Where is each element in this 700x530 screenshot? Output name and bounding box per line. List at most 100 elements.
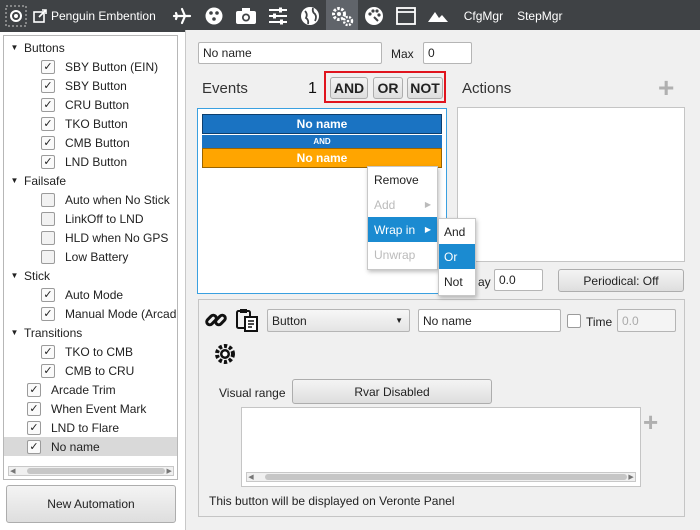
dots-circle-icon[interactable] [198, 0, 230, 32]
checkbox-unchecked[interactable] [41, 230, 55, 245]
tree-item-label: LinkOff to LND [65, 211, 144, 226]
gears-icon[interactable] [325, 0, 358, 32]
tree-item-label: HLD when No GPS [65, 230, 169, 245]
checkbox-checked[interactable]: ✓ [41, 59, 55, 74]
tree-item[interactable]: ✓ CMB to CRU [4, 361, 177, 380]
checkbox-checked[interactable]: ✓ [27, 401, 41, 416]
submenu-item-and[interactable]: And [439, 219, 475, 244]
tree-group-label: Stick [24, 268, 51, 283]
checkbox-checked[interactable]: ✓ [27, 439, 41, 454]
or-button[interactable]: OR [373, 77, 403, 99]
expand-arrow-icon[interactable]: ▼ [10, 43, 19, 52]
event-name-input[interactable]: No name [418, 309, 561, 332]
checkbox-checked[interactable]: ✓ [41, 363, 55, 378]
not-button[interactable]: NOT [407, 77, 443, 99]
checkbox-checked[interactable]: ✓ [41, 306, 55, 321]
tree-item[interactable]: ✓ LND to Flare [4, 418, 177, 437]
checkbox-checked[interactable]: ✓ [41, 135, 55, 150]
tree-item[interactable]: ✓ Auto Mode [4, 285, 177, 304]
time-checkbox[interactable] [567, 314, 581, 328]
tree-group-label: Buttons [24, 40, 65, 55]
tree-item[interactable]: ✓ When Event Mark [4, 399, 177, 418]
gear-icon[interactable] [212, 341, 238, 367]
delay-input[interactable]: 0.0 [494, 269, 543, 291]
event-type-select[interactable]: Button ▼ [267, 309, 410, 332]
tree-item[interactable]: ✓ Arcade Trim [4, 380, 177, 399]
cfgmgr-menu[interactable]: CfgMgr [464, 9, 503, 23]
tree-item[interactable]: ✓ No name [4, 437, 177, 456]
new-automation-button[interactable]: New Automation [6, 485, 176, 523]
submenu-item-or[interactable]: Or [439, 244, 475, 269]
and-button[interactable]: AND [330, 77, 368, 99]
tree-item[interactable]: ✓ CMB Button [4, 133, 177, 152]
checkbox-checked[interactable]: ✓ [41, 78, 55, 93]
event-type-value: Button [272, 313, 307, 328]
camera-icon[interactable] [230, 0, 262, 32]
periodical-button[interactable]: Periodical: Off [558, 269, 684, 292]
checkbox-checked[interactable]: ✓ [41, 344, 55, 359]
actions-panel[interactable] [457, 107, 685, 262]
tree-item[interactable]: ✓ SBY Button (EIN) [4, 57, 177, 76]
tree-item[interactable]: ✓ Manual Mode (Arcad [4, 304, 177, 323]
tree-item[interactable]: ✓ TKO Button [4, 114, 177, 133]
event-item-second[interactable]: No name [202, 148, 442, 168]
checkbox-checked[interactable]: ✓ [27, 382, 41, 397]
tree-item[interactable]: Auto when No Stick [4, 190, 177, 209]
tree-item-label: CMB to CRU [65, 363, 135, 378]
tree-item[interactable]: LinkOff to LND [4, 209, 177, 228]
expand-arrow-icon[interactable]: ▼ [10, 328, 19, 337]
submenu-item-not[interactable]: Not [439, 269, 475, 294]
checkbox-unchecked[interactable] [41, 192, 55, 207]
tree-item-label: CRU Button [65, 97, 130, 112]
tree-item-label: LND to Flare [51, 420, 120, 435]
menu-item-remove[interactable]: Remove [368, 167, 437, 192]
max-input[interactable]: 0 [423, 42, 472, 64]
tree-group[interactable]: ▼ Transitions [4, 323, 177, 342]
add-action-icon[interactable]: + [658, 74, 674, 102]
checkbox-checked[interactable]: ✓ [27, 420, 41, 435]
checkbox-unchecked[interactable] [41, 211, 55, 226]
menu-item-wrap-in[interactable]: Wrap in ▶ [368, 217, 437, 242]
tree-item[interactable]: Low Battery [4, 247, 177, 266]
checkbox-unchecked[interactable] [41, 249, 55, 264]
stepmgr-menu[interactable]: StepMgr [517, 9, 562, 23]
tree-group[interactable]: ▼ Failsafe [4, 171, 177, 190]
link-icon[interactable] [203, 307, 229, 333]
visual-range-scrollbar[interactable]: ◀ ▶ [246, 472, 636, 482]
checkbox-checked[interactable]: ✓ [41, 116, 55, 131]
sliders-icon[interactable] [262, 0, 294, 32]
tree-group-label: Transitions [24, 325, 83, 340]
tree-horizontal-scrollbar[interactable]: ◀ ▶ [8, 466, 174, 476]
menu-item-unwrap-label: Unwrap [374, 247, 416, 262]
external-link-icon[interactable] [32, 0, 48, 32]
visual-range-list[interactable]: ◀ ▶ [241, 407, 641, 487]
mountain-icon[interactable] [422, 0, 454, 32]
palette-icon[interactable] [358, 0, 390, 32]
window-icon[interactable] [390, 0, 422, 32]
add-visual-range-icon[interactable]: + [643, 409, 658, 435]
tree-item[interactable]: ✓ SBY Button [4, 76, 177, 95]
airplane-icon[interactable] [166, 0, 198, 32]
tree-item[interactable]: HLD when No GPS [4, 228, 177, 247]
expand-arrow-icon[interactable]: ▼ [10, 176, 19, 185]
checkbox-checked[interactable]: ✓ [41, 154, 55, 169]
expand-arrow-icon[interactable]: ▼ [10, 271, 19, 280]
tree-group[interactable]: ▼ Buttons [4, 38, 177, 57]
time-input[interactable]: 0.0 [617, 309, 676, 332]
tree-item[interactable]: ✓ LND Button [4, 152, 177, 171]
menu-item-wrap-in-label: Wrap in [374, 222, 416, 237]
submenu-arrow-icon: ▶ [424, 200, 431, 209]
event-item-first[interactable]: No name [202, 114, 442, 134]
rvar-disabled-button[interactable]: Rvar Disabled [292, 379, 492, 404]
tree-group[interactable]: ▼ Stick [4, 266, 177, 285]
globe-icon[interactable] [294, 0, 326, 32]
event-connector: AND [202, 135, 442, 148]
gear-grid-icon[interactable] [0, 0, 32, 32]
automation-name-input[interactable]: No name [198, 42, 382, 64]
checkbox-checked[interactable]: ✓ [41, 287, 55, 302]
checkbox-checked[interactable]: ✓ [41, 97, 55, 112]
footer-note: This button will be displayed on Veronte… [209, 494, 455, 508]
tree-item[interactable]: ✓ CRU Button [4, 95, 177, 114]
paste-icon[interactable] [234, 307, 260, 333]
tree-item[interactable]: ✓ TKO to CMB [4, 342, 177, 361]
